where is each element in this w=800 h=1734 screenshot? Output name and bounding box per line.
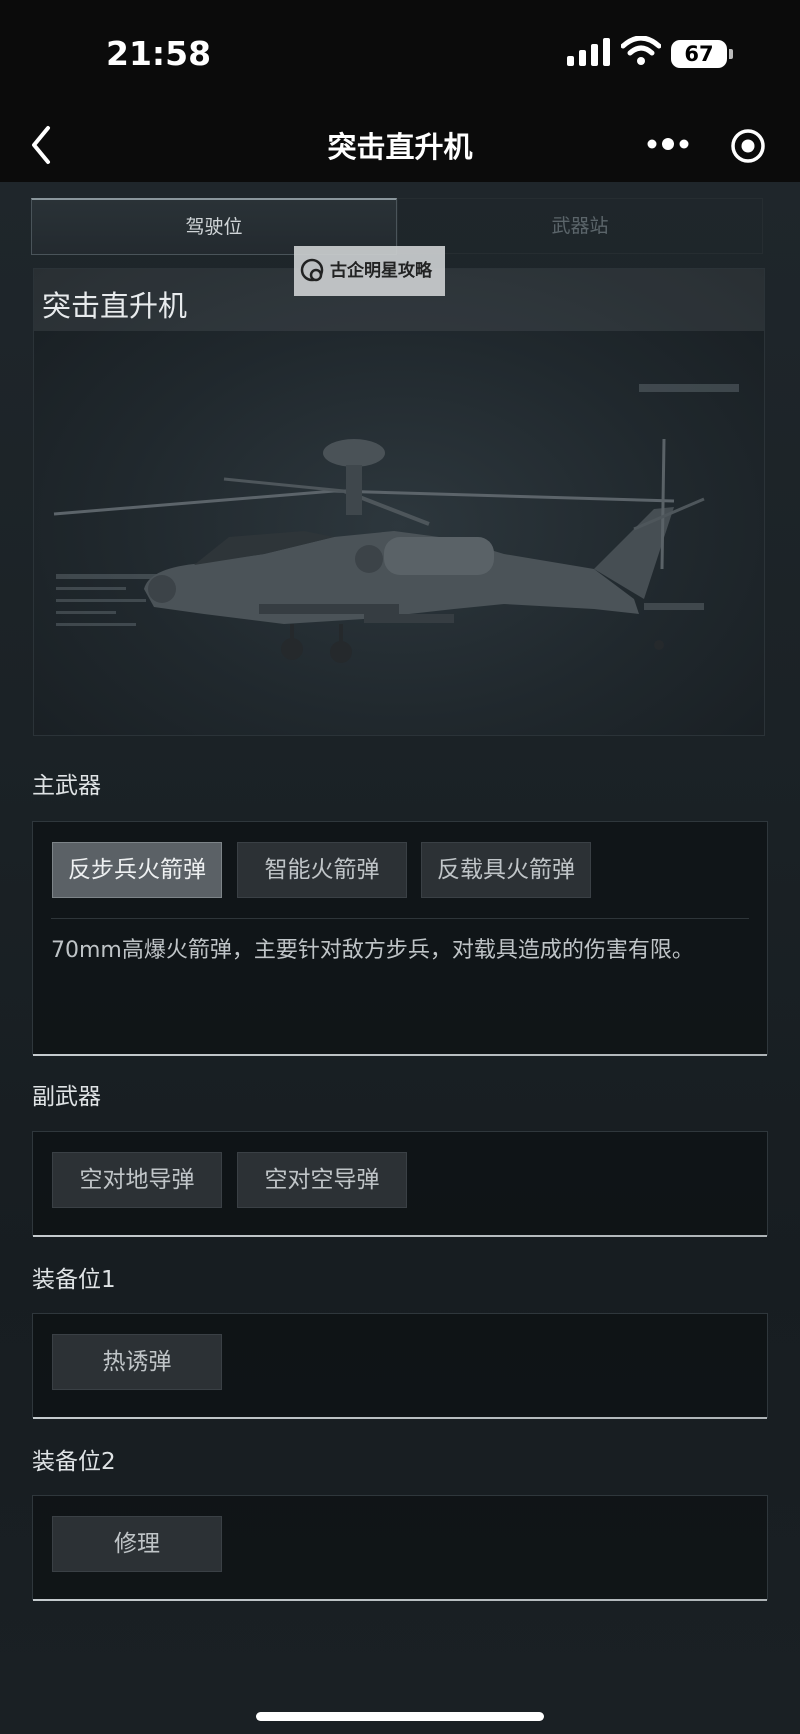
battery-icon: 67 — [671, 40, 727, 68]
home-indicator[interactable] — [256, 1712, 544, 1721]
weapon-option-anti-infantry-rocket[interactable]: 反步兵火箭弹 — [52, 842, 222, 898]
tab-weapon-station[interactable]: 武器站 — [397, 198, 763, 254]
cellular-signal-icon — [567, 38, 610, 66]
section-equip1-label: 装备位1 — [32, 1267, 116, 1293]
weapon-option-air-to-air-missile[interactable]: 空对空导弹 — [237, 1152, 407, 1208]
weapon-description: 70mm高爆火箭弹，主要针对敌方步兵，对载具造成的伤害有限。 — [51, 938, 694, 963]
vehicle-name: 突击直升机 — [42, 289, 188, 323]
equip-option-repair[interactable]: 修理 — [52, 1516, 222, 1572]
section-equip2-label: 装备位2 — [32, 1449, 116, 1475]
helicopter-image — [53, 384, 739, 663]
watermark: 古企明星攻略 — [294, 246, 445, 296]
wifi-icon — [621, 36, 661, 65]
equipment-slot-2-panel: 修理 — [32, 1495, 768, 1601]
equipment-slot-1-panel: 热诱弹 — [32, 1313, 768, 1419]
equip-option-flares[interactable]: 热诱弹 — [52, 1334, 222, 1390]
primary-weapon-panel: 反步兵火箭弹 智能火箭弹 反载具火箭弹 70mm高爆火箭弹，主要针对敌方步兵，对… — [32, 821, 768, 1056]
panel-bottom-line — [33, 1054, 767, 1056]
vehicle-preview: 突击直升机 — [33, 268, 765, 736]
secondary-weapon-panel: 空对地导弹 空对空导弹 — [32, 1131, 768, 1237]
weapon-option-anti-vehicle-rocket[interactable]: 反载具火箭弹 — [421, 842, 591, 898]
watermark-logo-icon — [300, 258, 324, 282]
divider — [51, 918, 749, 919]
panel-bottom-line — [33, 1417, 767, 1419]
more-options-icon[interactable] — [642, 124, 694, 164]
status-bar: 21:58 67 — [0, 0, 800, 110]
status-time: 21:58 — [106, 34, 212, 73]
panel-bottom-line — [33, 1599, 767, 1601]
section-primary-label: 主武器 — [32, 773, 101, 799]
section-secondary-label: 副武器 — [32, 1084, 101, 1110]
watermark-text: 古企明星攻略 — [330, 261, 432, 281]
battery-tip — [729, 49, 733, 59]
weapon-option-air-to-ground-missile[interactable]: 空对地导弹 — [52, 1152, 222, 1208]
weapon-option-smart-rocket[interactable]: 智能火箭弹 — [237, 842, 407, 898]
panel-bottom-line — [33, 1235, 767, 1237]
nav-bar: 突击直升机 — [0, 110, 800, 182]
close-miniprogram-icon[interactable] — [724, 122, 772, 170]
